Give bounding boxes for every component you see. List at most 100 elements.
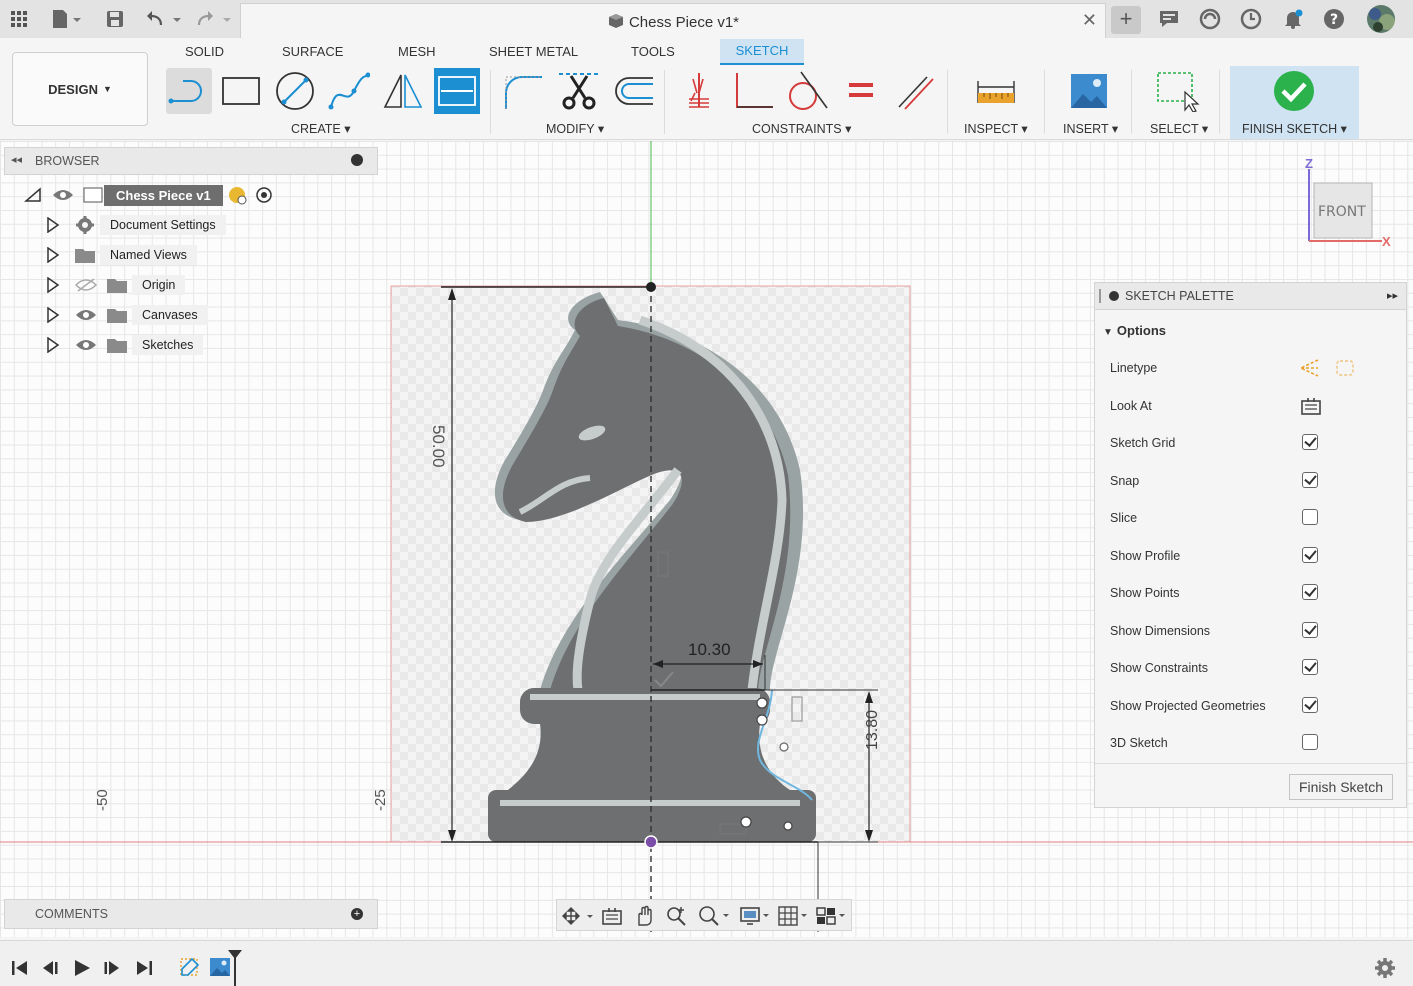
option-sketch-grid[interactable]: Sketch Grid [1110,431,1400,455]
project-include-tool[interactable] [434,68,480,114]
step-forward-icon[interactable] [102,959,122,977]
equal-constraint-tool[interactable] [838,68,884,114]
add-comment-icon[interactable]: + [351,908,363,920]
browser-item-canvases[interactable]: Canvases [46,303,208,327]
insert-menu[interactable]: INSERT ▾ [1063,121,1118,136]
view-cube[interactable]: Z X FRONT [1300,155,1396,251]
minimize-icon[interactable] [1109,291,1119,301]
grid-snaps-icon[interactable] [777,905,811,927]
go-to-start-icon[interactable] [10,959,30,977]
tab-sketch[interactable]: SKETCH [720,39,804,65]
play-icon[interactable] [72,959,92,977]
tab-sheet-metal[interactable]: SHEET METAL [489,44,578,59]
browser-item-origin[interactable]: Origin [46,273,186,297]
browser-item-document-settings[interactable]: Document Settings [46,213,226,237]
timeline-marker[interactable] [226,949,244,986]
document-tab[interactable]: Chess Piece v1* ✕ [240,3,1106,38]
recent-icon[interactable] [1238,6,1264,32]
centerline-linetype-icon[interactable] [1334,358,1356,378]
minimize-icon[interactable] [351,154,363,166]
mirror-tool[interactable] [380,68,426,114]
go-to-end-icon[interactable] [134,959,154,977]
job-status-icon[interactable] [1156,6,1182,32]
notifications-icon[interactable] [1280,6,1306,32]
window-select-tool[interactable] [1155,68,1201,114]
help-icon[interactable]: ? [1321,6,1347,32]
option-show-profile[interactable]: Show Profile [1110,544,1400,568]
sketch-palette-header[interactable]: SKETCH PALETTE ▸▸ [1095,283,1406,310]
constraints-menu[interactable]: CONSTRAINTS ▾ [752,121,851,136]
option-show-points[interactable]: Show Points [1110,581,1400,605]
show-projected-geometries-checkbox[interactable] [1302,697,1318,713]
base-dimension-value[interactable]: 13.80 [864,710,882,750]
option-show-projected-geometries[interactable]: Show Projected Geometries [1110,694,1400,718]
extensions-icon[interactable] [1197,6,1223,32]
select-menu[interactable]: SELECT ▾ [1150,121,1208,136]
parallel-constraint-tool[interactable] [892,68,938,114]
spline-tool[interactable] [326,68,372,114]
tab-solid[interactable]: SOLID [185,44,224,59]
workspace-switcher[interactable]: DESIGN ▼ [12,52,148,126]
create-menu[interactable]: CREATE ▾ [291,121,351,136]
expand-panel-icon[interactable]: ▸▸ [1387,289,1398,302]
snap-checkbox[interactable] [1302,472,1318,488]
tab-surface[interactable]: SURFACE [282,44,343,59]
browser-item-named-views[interactable]: Named Views [46,243,197,267]
show-constraints-checkbox[interactable] [1302,659,1318,675]
show-points-checkbox[interactable] [1302,584,1318,600]
fillet-tool[interactable] [501,68,547,114]
slice-checkbox[interactable] [1302,509,1318,525]
browser-root-item[interactable]: Chess Piece v1 [24,183,275,207]
redo-icon[interactable] [194,6,232,32]
inspect-menu[interactable]: INSPECT ▾ [964,121,1028,136]
3d-sketch-checkbox[interactable] [1302,734,1318,750]
option-snap[interactable]: Snap [1110,469,1400,493]
show-profile-checkbox[interactable] [1302,547,1318,563]
option-slice[interactable]: Slice [1110,506,1400,530]
fit-zoom-window-icon[interactable] [697,905,731,927]
timeline-settings-gear-icon[interactable] [1374,957,1396,979]
tab-mesh[interactable]: MESH [398,44,436,59]
circle-tool[interactable] [272,68,318,114]
options-section-header[interactable]: ▼ Options [1103,323,1166,338]
zoom-icon[interactable] [665,905,687,927]
option-show-dimensions[interactable]: Show Dimensions [1110,619,1400,643]
rectangle-tool[interactable] [218,68,264,114]
browser-item-sketches[interactable]: Sketches [46,333,204,357]
new-tab-icon[interactable]: + [1111,6,1141,34]
construction-linetype-icon[interactable] [1298,358,1320,378]
comments-panel[interactable]: COMMENTS + [4,899,378,929]
view-cube-face-label[interactable]: FRONT [1318,204,1366,220]
pan-hand-icon[interactable] [633,905,655,927]
viewports-icon[interactable] [815,905,849,927]
browser-panel-header[interactable]: ◂◂ BROWSER [4,147,378,175]
line-tool[interactable] [166,68,212,114]
look-at-icon[interactable] [601,906,623,926]
app-grid-icon[interactable] [6,6,32,32]
finish-sketch-menu[interactable]: FINISH SKETCH ▾ [1242,121,1347,136]
coincident-constraint-tool[interactable] [676,68,722,114]
perpendicular-constraint-tool[interactable] [730,68,776,114]
display-settings-icon[interactable] [739,905,773,927]
orbit-icon[interactable] [561,906,595,926]
drag-handle-icon[interactable] [1099,289,1101,303]
option-3d-sketch[interactable]: 3D Sketch [1110,731,1400,755]
close-tab-icon[interactable]: ✕ [1082,10,1097,31]
tangent-constraint-tool[interactable] [784,68,830,114]
file-icon[interactable] [48,6,84,32]
undo-icon[interactable] [144,6,182,32]
offset-tool[interactable] [610,68,656,114]
height-dimension-value[interactable]: 50.00 [428,425,448,468]
timeline-sketch-feature-icon[interactable] [178,955,202,979]
collapse-panel-icon[interactable]: ◂◂ [11,153,22,166]
modify-menu[interactable]: MODIFY ▾ [546,121,604,136]
user-avatar[interactable] [1366,4,1396,34]
sketch-grid-checkbox[interactable] [1302,434,1318,450]
trim-tool[interactable] [556,68,602,114]
measure-tool[interactable] [973,68,1019,114]
save-icon[interactable] [102,6,128,32]
width-dimension-value[interactable]: 10.30 [688,640,731,660]
look-at-icon[interactable] [1300,396,1322,416]
option-show-constraints[interactable]: Show Constraints [1110,656,1400,680]
step-back-icon[interactable] [40,959,60,977]
